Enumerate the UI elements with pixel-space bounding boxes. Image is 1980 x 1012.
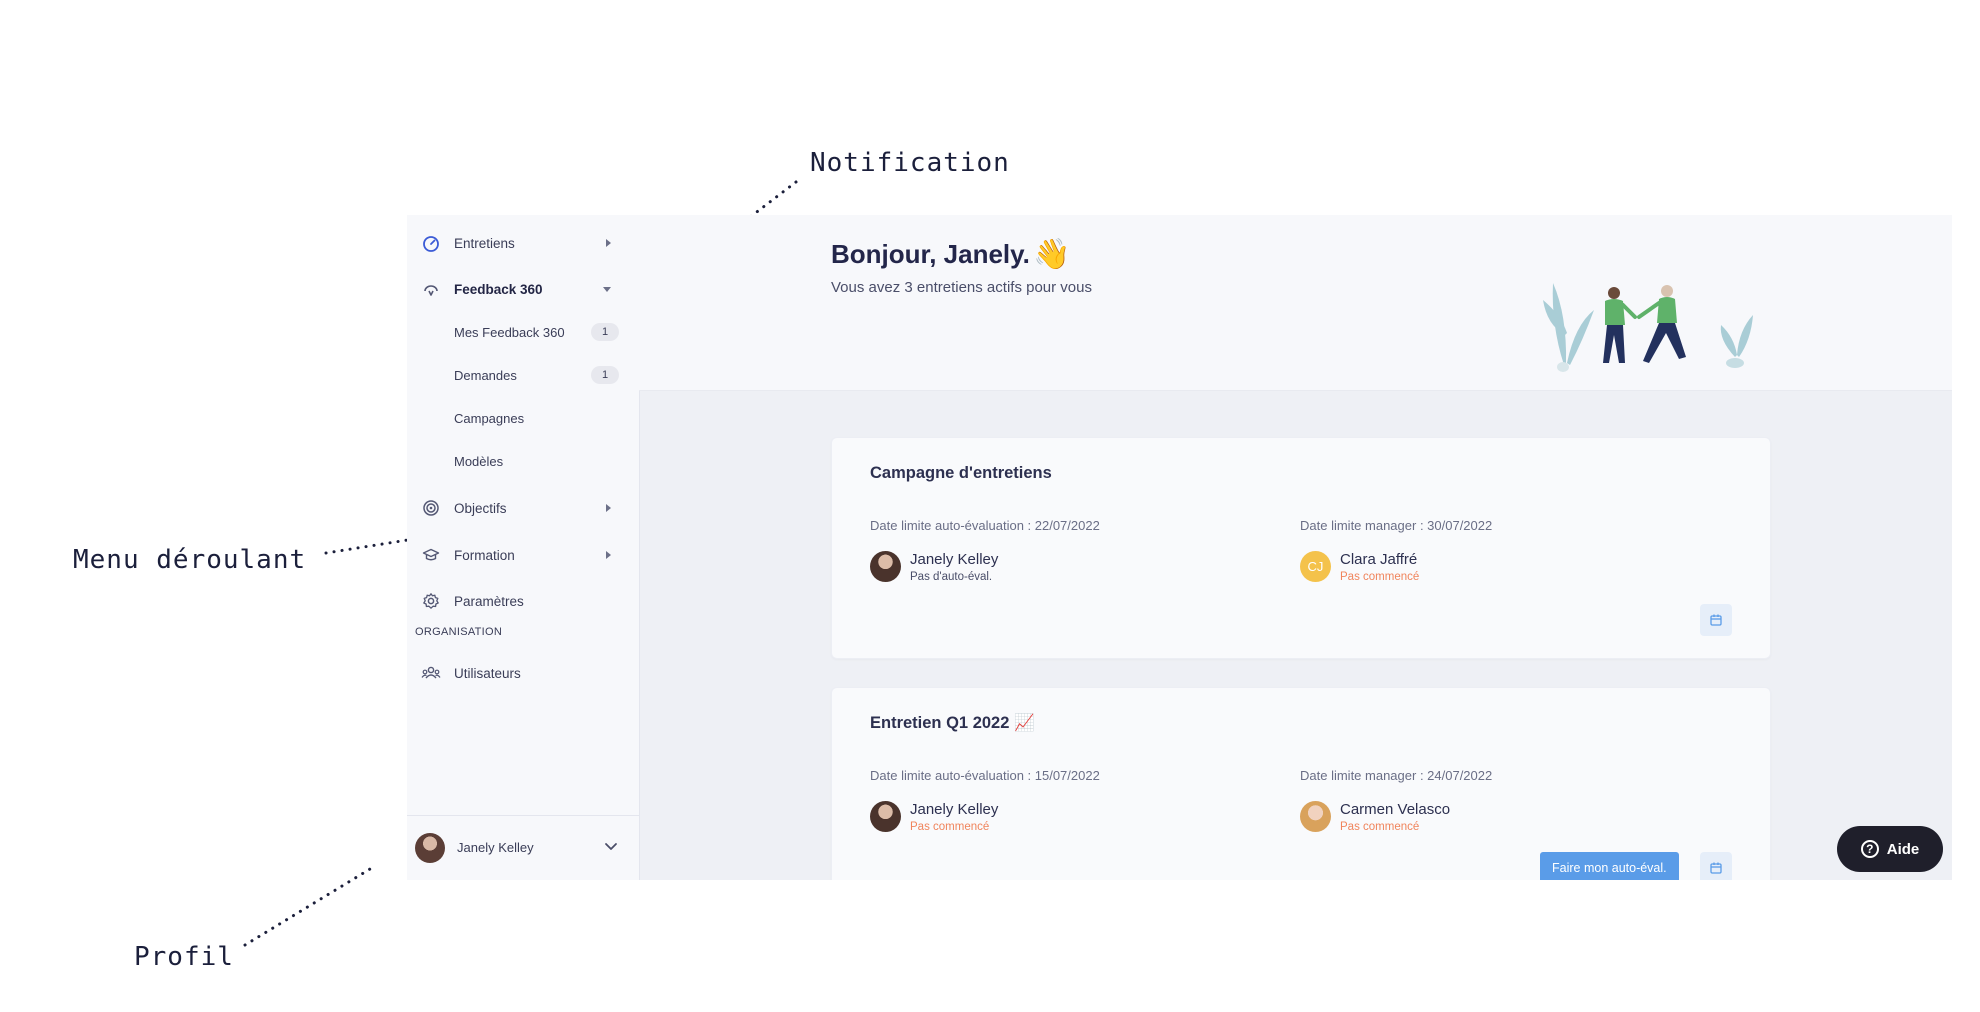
self-evaluation-deadline: Date limite auto-évaluation : 15/07/2022 [870, 768, 1100, 783]
avatar [870, 551, 901, 582]
graduation-cap-icon [421, 545, 441, 565]
manager-status: Pas commencé [1340, 571, 1420, 583]
sidebar-subitem-demandes[interactable]: Demandes 1 [407, 360, 639, 390]
sidebar-item-label: Feedback 360 [454, 281, 543, 297]
sidebar-subitem-campagnes[interactable]: Campagnes [407, 403, 639, 433]
target-icon [421, 498, 441, 518]
interview-card[interactable]: Campagne d'entretiens Date limite auto-é… [831, 437, 1771, 659]
chevron-down-icon[interactable] [603, 838, 619, 854]
annotation-notification: Notification [810, 148, 1010, 178]
caret-down-icon [603, 286, 611, 292]
gear-icon [421, 591, 441, 611]
main-content: Bonjour, Janely. 👋 Vous avez 3 entretien… [639, 215, 1952, 880]
sidebar-subitem-label: Campagnes [454, 410, 525, 426]
employee-name: Janely Kelley [910, 801, 999, 818]
sidebar-subitem-label: Mes Feedback 360 [454, 324, 565, 340]
avatar [870, 801, 901, 832]
sidebar-item-label: Formation [454, 547, 515, 563]
manager-deadline: Date limite manager : 24/07/2022 [1300, 768, 1493, 783]
sidebar-item-entretiens[interactable]: Entretiens [407, 225, 639, 261]
sidebar-item-parametres[interactable]: Paramètres [407, 583, 639, 619]
sidebar-subitem-mes-feedback[interactable]: Mes Feedback 360 1 [407, 317, 639, 347]
people-walking-illustration [1543, 283, 1753, 372]
welcome-header: Bonjour, Janely. 👋 Vous avez 3 entretien… [639, 215, 1952, 391]
annotation-profile: Profil [134, 942, 234, 972]
wave-emoji: 👋 [1033, 238, 1071, 271]
notification-badge: 1 [591, 323, 619, 341]
employee-name: Janely Kelley [910, 551, 999, 568]
profile-menu[interactable]: Janely Kelley [407, 815, 639, 880]
sidebar-item-label: Utilisateurs [454, 665, 521, 681]
help-button[interactable]: ? Aide [1837, 826, 1943, 872]
sidebar: Entretiens Feedback 360 Mes Feedback 360… [407, 215, 640, 880]
avatar [415, 833, 445, 863]
sidebar-subitem-modeles[interactable]: Modèles [407, 446, 639, 476]
card-title: Entretien Q1 2022 📈 [870, 714, 1035, 732]
self-evaluation-button[interactable]: Faire mon auto-éval. [1540, 852, 1679, 880]
sidebar-item-label: Entretiens [454, 235, 515, 251]
notification-badge: 1 [591, 366, 619, 384]
sidebar-subitem-label: Modèles [454, 453, 504, 469]
profile-name: Janely Kelley [457, 840, 534, 855]
calendar-button[interactable] [1700, 604, 1732, 636]
caret-right-icon [606, 239, 611, 247]
self-evaluation-deadline: Date limite auto-évaluation : 22/07/2022 [870, 518, 1100, 533]
calendar-icon [1710, 862, 1722, 874]
sidebar-item-label: Paramètres [454, 593, 524, 609]
question-icon: ? [1860, 840, 1879, 858]
avatar: CJ [1300, 551, 1331, 582]
users-icon [421, 663, 441, 683]
sidebar-item-label: Objectifs [454, 500, 507, 516]
sidebar-item-objectifs[interactable]: Objectifs [407, 490, 639, 526]
calendar-button[interactable] [1700, 852, 1732, 880]
card-title: Campagne d'entretiens [870, 464, 1052, 482]
caret-right-icon [606, 504, 611, 512]
sidebar-item-feedback-360[interactable]: Feedback 360 [407, 271, 639, 307]
app-window: Entretiens Feedback 360 Mes Feedback 360… [407, 215, 1952, 880]
sidebar-item-formation[interactable]: Formation [407, 537, 639, 573]
employee-status: Pas d'auto-éval. [910, 571, 993, 583]
sidebar-item-utilisateurs[interactable]: Utilisateurs [407, 655, 639, 691]
manager-name: Clara Jaffré [1340, 551, 1418, 568]
annotation-menu: Menu déroulant [73, 545, 307, 575]
employee-status: Pas commencé [910, 821, 990, 833]
interview-card[interactable]: Entretien Q1 2022 📈 Date limite auto-éva… [831, 687, 1771, 880]
avatar [1300, 801, 1331, 832]
feedback-icon [421, 279, 441, 299]
page-subtitle: Vous avez 3 entretiens actifs pour vous [831, 279, 1092, 296]
manager-deadline: Date limite manager : 30/07/2022 [1300, 518, 1493, 533]
calendar-icon [1710, 614, 1722, 626]
help-label: Aide [1886, 840, 1920, 858]
section-label-organisation: ORGANISATION [415, 626, 503, 638]
manager-status: Pas commencé [1340, 821, 1420, 833]
caret-right-icon [606, 551, 611, 559]
gauge-icon [421, 233, 441, 253]
manager-name: Carmen Velasco [1340, 801, 1451, 818]
sidebar-subitem-label: Demandes [454, 367, 517, 383]
page-title: Bonjour, Janely. [831, 239, 1030, 269]
